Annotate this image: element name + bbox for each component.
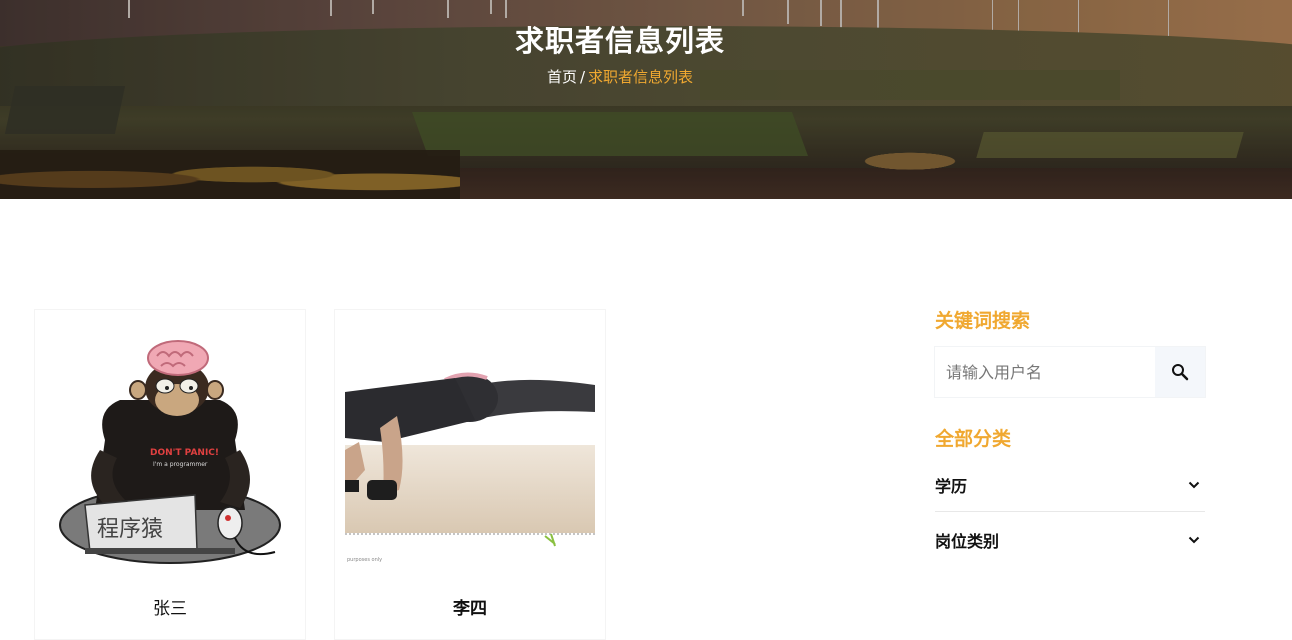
page-title: 求职者信息列表 [514,24,725,58]
seeker-name[interactable]: 张三 [35,594,305,619]
filter-job-category[interactable]: 岗位类别 [935,513,1205,567]
breadcrumb-separator: / [579,68,586,86]
svg-text:I'm a programmer: I'm a programmer [153,461,208,468]
seeker-photo[interactable]: purposes only [345,330,595,570]
svg-text:DON'T PANIC!: DON'T PANIC! [150,448,219,458]
seeker-name[interactable]: 李四 [335,594,605,619]
chevron-down-icon [1187,478,1201,492]
keyword-search-heading: 关键词搜索 [935,310,1031,332]
breadcrumb: 首页 / 求职者信息列表 [0,66,1240,87]
breadcrumb-home-link[interactable]: 首页 [547,68,577,86]
filter-label: 学历 [935,476,968,496]
seeker-card[interactable]: DON'T PANIC! I'm a programmer 程序猿 张三 [34,309,306,640]
search-input[interactable] [936,348,1154,396]
seeker-photo[interactable]: DON'T PANIC! I'm a programmer 程序猿 [45,330,295,570]
all-categories-heading: 全部分类 [935,428,1012,450]
breadcrumb-current: 求职者信息列表 [588,68,694,86]
filter-label: 岗位类别 [935,532,1000,551]
seeker-card[interactable]: purposes only 李四 [334,309,606,640]
search-box [934,346,1206,398]
programmer-monkey-image: DON'T PANIC! I'm a programmer 程序猿 [59,340,281,564]
svg-text:purposes only: purposes only [347,557,382,563]
svg-text:程序猿: 程序猿 [97,517,163,542]
search-button[interactable] [1155,347,1205,397]
chevron-down-icon [1187,533,1201,547]
pushup-person-image: purposes only [345,330,595,570]
magnifier-icon [1172,364,1189,381]
filter-education[interactable]: 学历 [935,458,1205,512]
